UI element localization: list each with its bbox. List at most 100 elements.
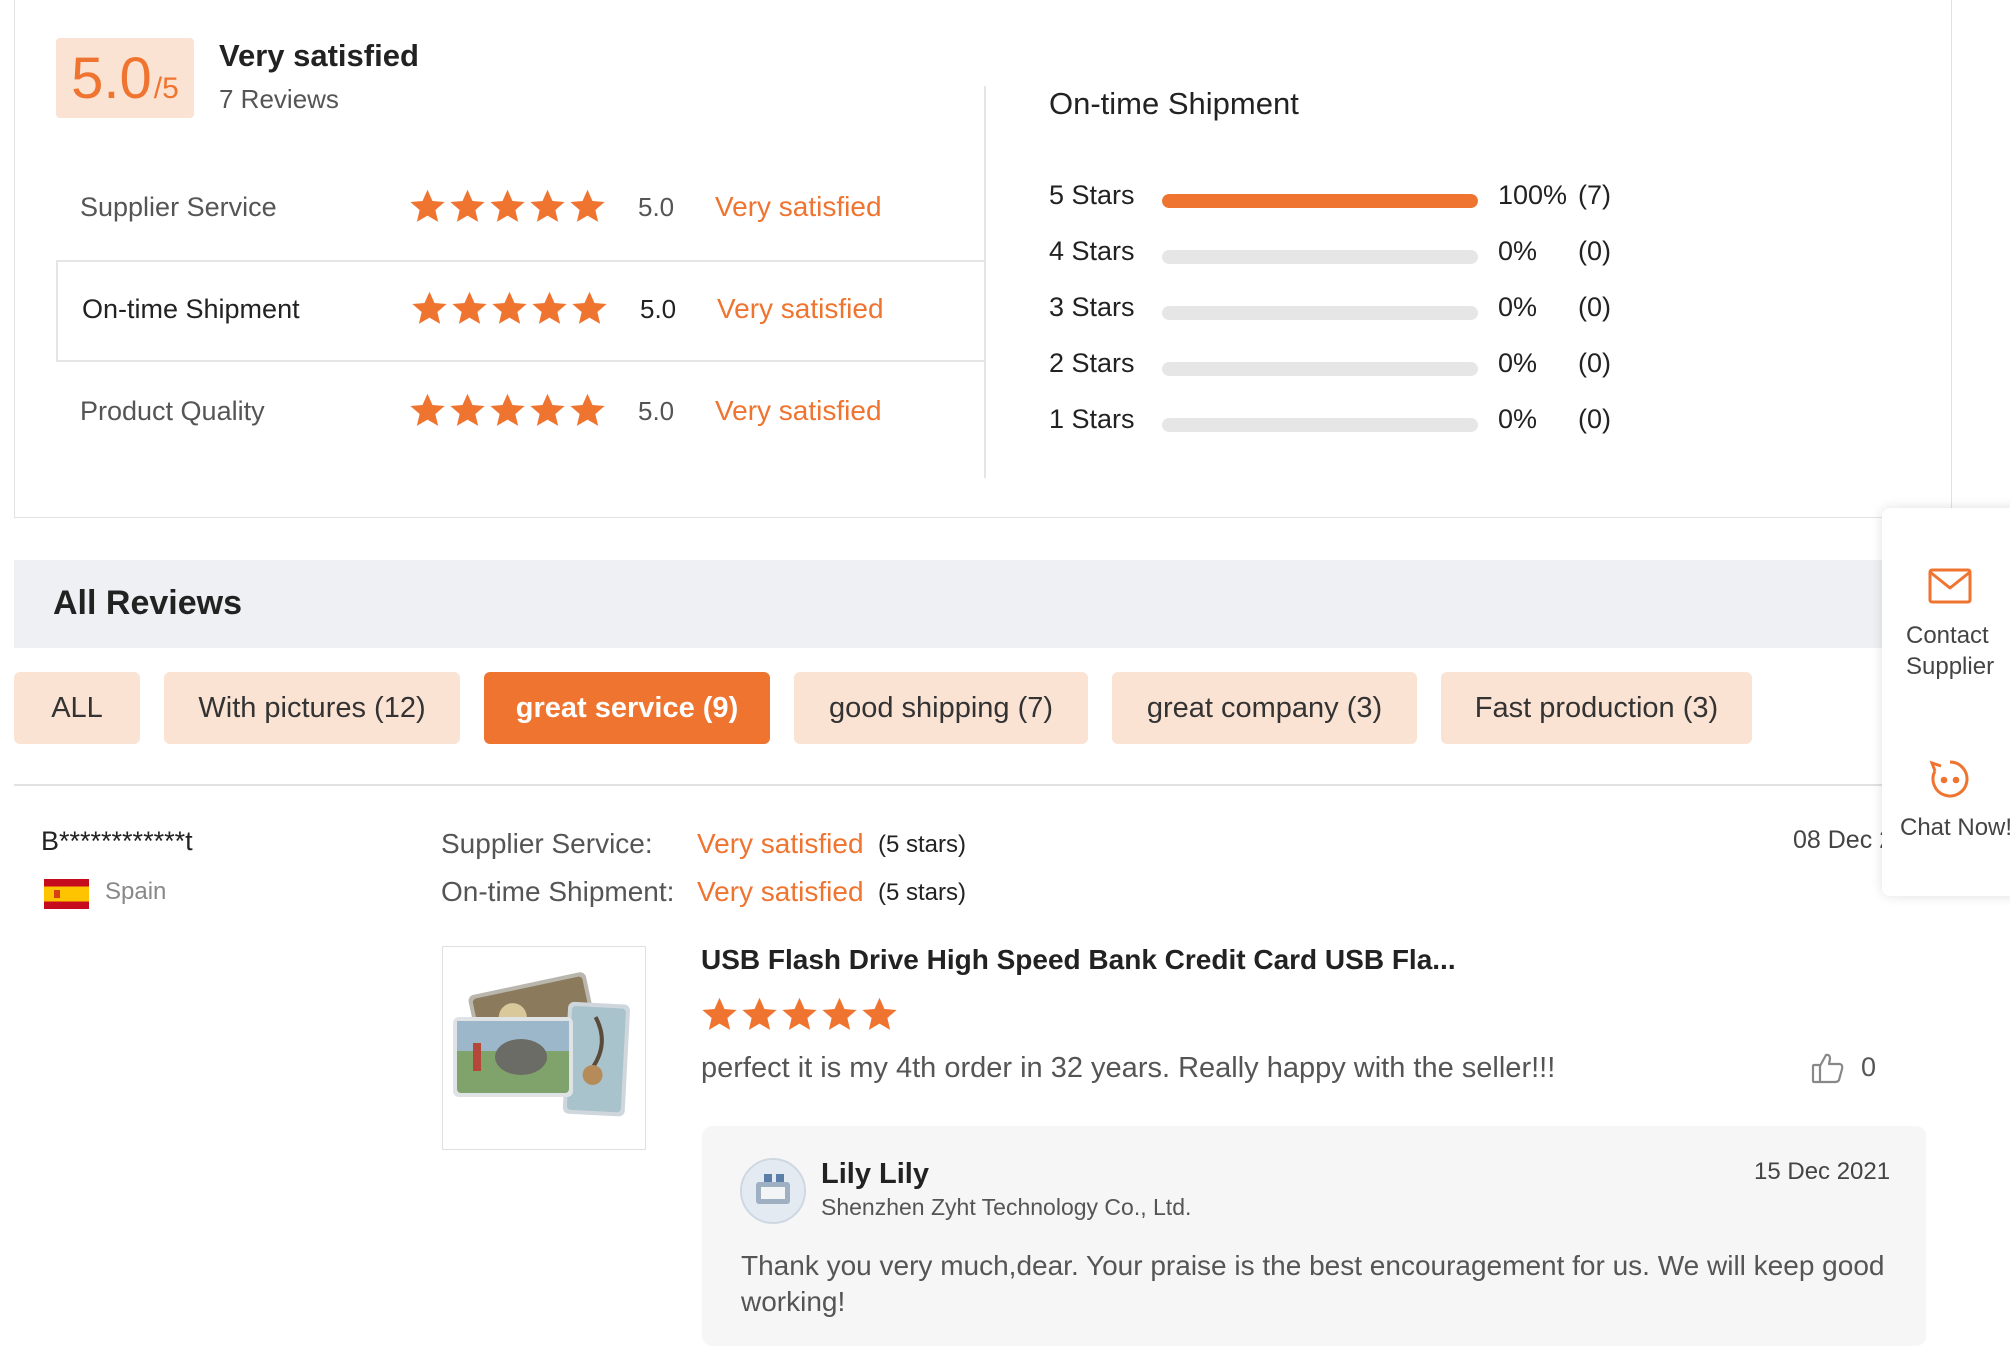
metric-label: Very satisfied [717,293,884,324]
spain-flag-icon [44,879,89,909]
metric-row-on-time-shipment[interactable]: On-time Shipment 5.0 Very satisfied [56,260,985,362]
star-icon [450,189,485,222]
review-supplier-service-value: Very satisfied [697,828,864,859]
star-icon [490,393,525,426]
star-icon [450,393,485,426]
filter-tag-great-service[interactable]: great service (9) [484,672,770,744]
star-icon [410,393,445,426]
filter-tag-great-company[interactable]: great company (3) [1112,672,1417,744]
distribution-row-5-stars: 5 Stars 100% (7) [1049,178,1649,218]
overall-rating-label: Very satisfied [219,38,419,73]
star-icon [530,393,565,426]
distribution-label: 2 Stars [1049,348,1135,378]
star-icon [742,997,777,1030]
star-icon [570,189,605,222]
distribution-bar-track [1162,194,1478,208]
star-icon [702,997,737,1030]
star-icon [490,189,525,222]
contact-supplier-button[interactable]: Contact Supplier [1906,620,1996,682]
metric-stars [409,392,606,429]
reviewer-country: Spain [105,878,167,905]
distribution-bar-track [1162,362,1478,376]
review-date: 08 Dec 2 [1793,826,1894,854]
distribution-row-4-stars: 4 Stars 0% (0) [1049,234,1649,274]
all-reviews-header: All Reviews [14,560,1894,648]
metric-row-product-quality[interactable]: Product Quality 5.0 Very satisfied [56,362,985,464]
metric-label: Very satisfied [715,395,882,426]
distribution-row-1-stars: 1 Stars 0% (0) [1049,402,1649,442]
distribution-count: (7) [1578,180,1611,210]
filter-tag-all[interactable]: ALL [14,672,140,744]
overall-score-badge: 5.0 /5 [56,38,194,118]
metric-name: Supplier Service [80,192,277,222]
distribution-bar-track [1162,418,1478,432]
star-icon [572,291,607,324]
distribution-bar-track [1162,250,1478,264]
review-text: perfect it is my 4th order in 32 years. … [701,1052,1556,1084]
metric-name: On-time Shipment [82,294,300,324]
review-shipment-stars: (5 stars) [878,879,967,906]
reply-author-name: Lily Lily [821,1158,929,1190]
distribution-percent: 0% [1498,348,1538,378]
star-icon [822,997,857,1030]
distribution-row-3-stars: 3 Stars 0% (0) [1049,290,1649,330]
star-icon [862,997,897,1030]
metric-score: 5.0 [638,192,675,222]
distribution-count: (0) [1578,292,1611,322]
supplier-reply: Lily Lily Shenzhen Zyht Technology Co., … [702,1126,1926,1346]
star-icon [782,997,817,1030]
distribution-count: (0) [1578,404,1611,434]
reply-company-name: Shenzhen Zyht Technology Co., Ltd. [821,1194,1192,1220]
product-title-link[interactable]: USB Flash Drive High Speed Bank Credit C… [701,944,1456,976]
metric-stars [409,188,606,225]
star-icon [530,189,565,222]
review-count: 7 Reviews [219,84,339,114]
reply-date: 15 Dec 2021 [1754,1158,1891,1185]
overall-score-max: /5 [153,72,179,105]
metric-label: Very satisfied [715,191,882,222]
star-icon [412,291,447,324]
distribution-percent: 0% [1498,236,1538,266]
star-icon [492,291,527,324]
mail-icon[interactable] [1928,568,1972,609]
thumbs-up-icon[interactable] [1810,1050,1846,1091]
chat-face-icon[interactable] [1929,758,1971,805]
distribution-count: (0) [1578,236,1611,266]
review-supplier-service-label: Supplier Service: [441,828,653,859]
summary-divider [984,86,986,478]
review-list-divider [14,784,1894,786]
distribution-bar-fill [1162,194,1478,208]
review-shipment-value: Very satisfied [697,876,864,907]
star-icon [410,189,445,222]
filter-tag-with-pictures[interactable]: With pictures (12) [164,672,460,744]
reply-text: Thank you very much,dear. Your praise is… [741,1250,1885,1317]
distribution-title: On-time Shipment [1049,86,1299,121]
metric-score: 5.0 [640,294,677,324]
distribution-label: 4 Stars [1049,236,1135,266]
metric-stars [411,290,608,327]
reviewer-name: B************t [41,826,193,856]
overall-score: 5.0 [71,46,152,111]
star-icon [452,291,487,324]
star-icon [532,291,567,324]
distribution-percent: 100% [1498,180,1568,210]
distribution-bar-track [1162,306,1478,320]
review-rating-stars [701,996,898,1033]
filter-tag-good-shipping[interactable]: good shipping (7) [794,672,1088,744]
distribution-percent: 0% [1498,292,1538,322]
metric-name: Product Quality [80,396,265,426]
distribution-label: 1 Stars [1049,404,1135,434]
metric-row-supplier-service[interactable]: Supplier Service 5.0 Very satisfied [56,158,985,260]
chat-now-button[interactable]: Chat Now! [1900,814,2010,842]
distribution-label: 5 Stars [1049,180,1135,210]
distribution-row-2-stars: 2 Stars 0% (0) [1049,346,1649,386]
floating-contact-panel: Contact Supplier Chat Now! [1882,508,2010,896]
all-reviews-title: All Reviews [53,584,242,622]
distribution-label: 3 Stars [1049,292,1135,322]
review-shipment-label: On-time Shipment: [441,876,675,907]
avatar [740,1158,806,1224]
review-supplier-service-stars: (5 stars) [878,831,967,858]
star-icon [570,393,605,426]
filter-tag-fast-production[interactable]: Fast production (3) [1441,672,1752,744]
product-thumbnail[interactable] [442,946,646,1150]
